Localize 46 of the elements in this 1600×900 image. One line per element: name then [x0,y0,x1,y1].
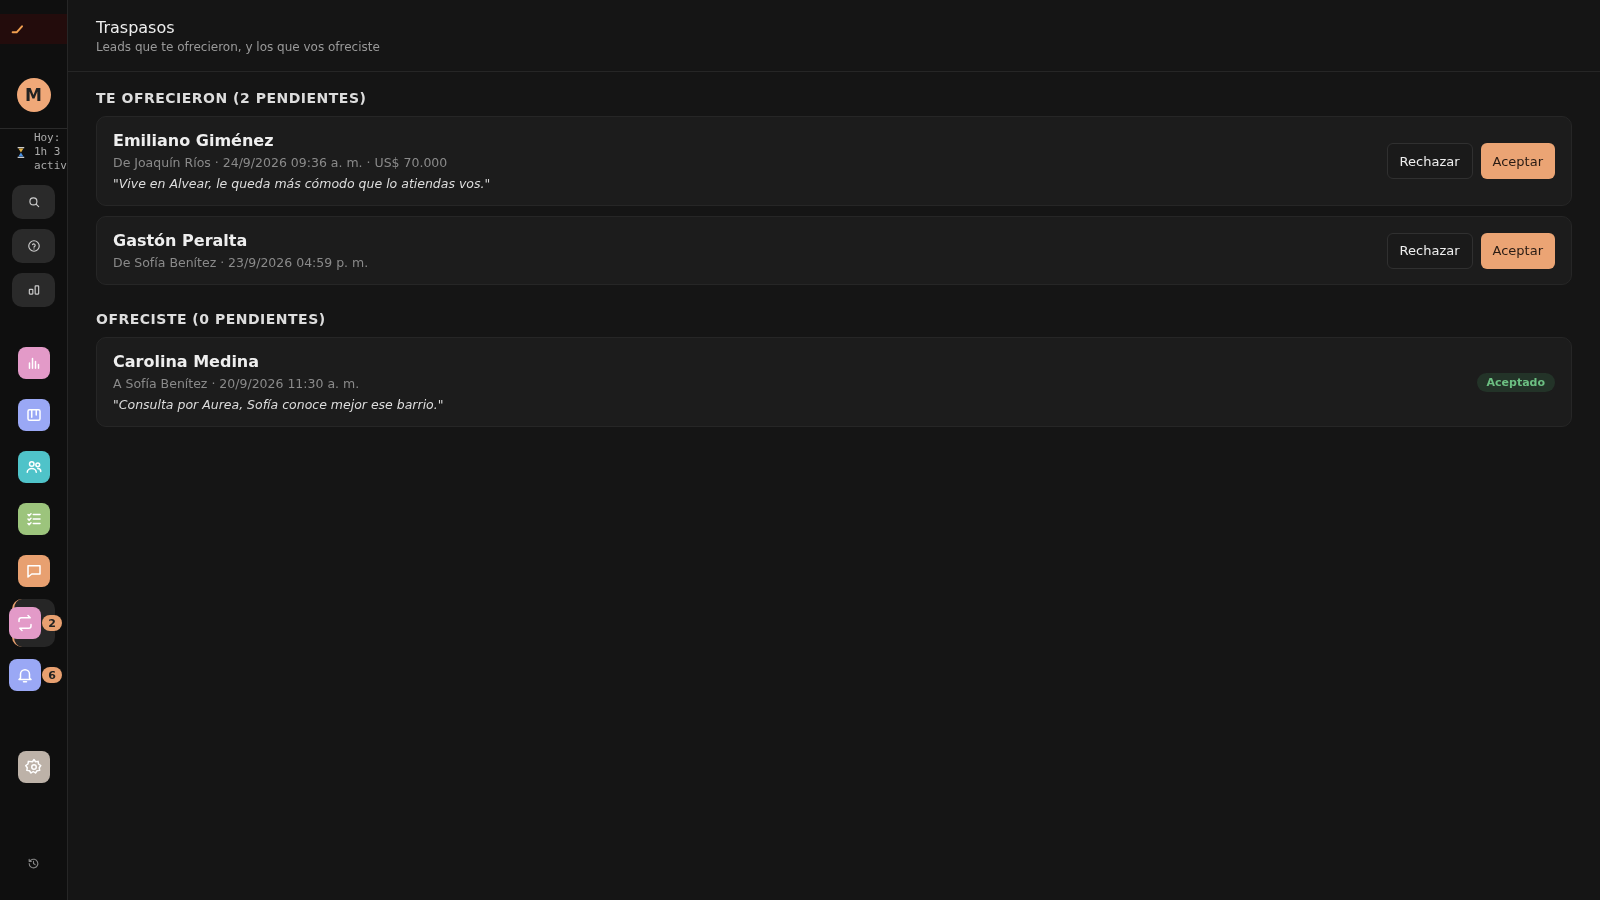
user-avatar[interactable]: M [16,78,51,112]
count-badge: 6 [42,667,62,683]
logo-tile[interactable] [0,14,67,44]
settings-button[interactable] [17,751,50,783]
checklist-icon [24,510,43,528]
lead-details: A Sofía Benítez · 20/9/2026 11:30 a. m. [113,376,361,391]
accept-button[interactable]: Aceptar [1480,143,1555,179]
reject-button[interactable]: Rechazar [1386,143,1473,179]
nav-button[interactable] [17,503,50,535]
count-badge: 2 [42,615,62,631]
page-subtitle: Leads que te ofrecieron, y los que vos ofreciste [96,40,381,54]
lead-details: De Sofía Benítez · 23/9/2026 04:59 p. m. [113,255,369,270]
bar-chart-icon [26,283,41,297]
lead-name: Gastón Peralta [113,231,249,250]
lead-note: "Vive en Alvear, le queda más cómodo que lo atiendas vos." [113,176,491,191]
nav-button[interactable] [17,451,50,483]
nav-button[interactable] [8,659,41,691]
bell-icon [15,666,34,684]
timer-text: Hoy: 1h 3 activ [33,131,67,173]
lead-name: Carolina Medina [113,352,261,371]
search-icon [26,195,41,209]
help-icon [26,239,41,253]
tool-button[interactable] [12,229,55,263]
tool-button[interactable] [12,273,55,307]
nav-button[interactable] [17,399,50,431]
people-icon [24,458,43,476]
section-heading: OFRECISTE (0 PENDIENTES) [96,311,327,327]
reject-button[interactable]: Rechazar [1386,232,1473,269]
page-title: Traspasos [96,18,176,37]
tool-button[interactable] [12,185,55,219]
gear-icon [24,758,43,776]
accept-button[interactable]: Aceptar [1480,232,1555,269]
hourglass-icon [16,145,26,159]
swap-icon [15,614,34,632]
status-badge: Aceptado [1476,372,1555,392]
lead-name: Emiliano Giménez [113,131,275,150]
nav-button[interactable] [17,555,50,587]
history-button[interactable] [27,857,40,870]
history-icon [27,857,40,870]
kanban-icon [24,406,43,424]
nav-button[interactable] [17,347,50,379]
section-heading: TE OFRECIERON (2 PENDIENTES) [96,90,368,106]
nav-button[interactable] [8,607,41,639]
lead-note: "Consulta por Aurea, Sofía conoce mejor ese barrio." [113,397,444,412]
lead-details: De Joaquín Ríos · 24/9/2026 09:36 a. m. · US$ 70.000 [113,155,449,170]
chat-icon [24,562,43,580]
